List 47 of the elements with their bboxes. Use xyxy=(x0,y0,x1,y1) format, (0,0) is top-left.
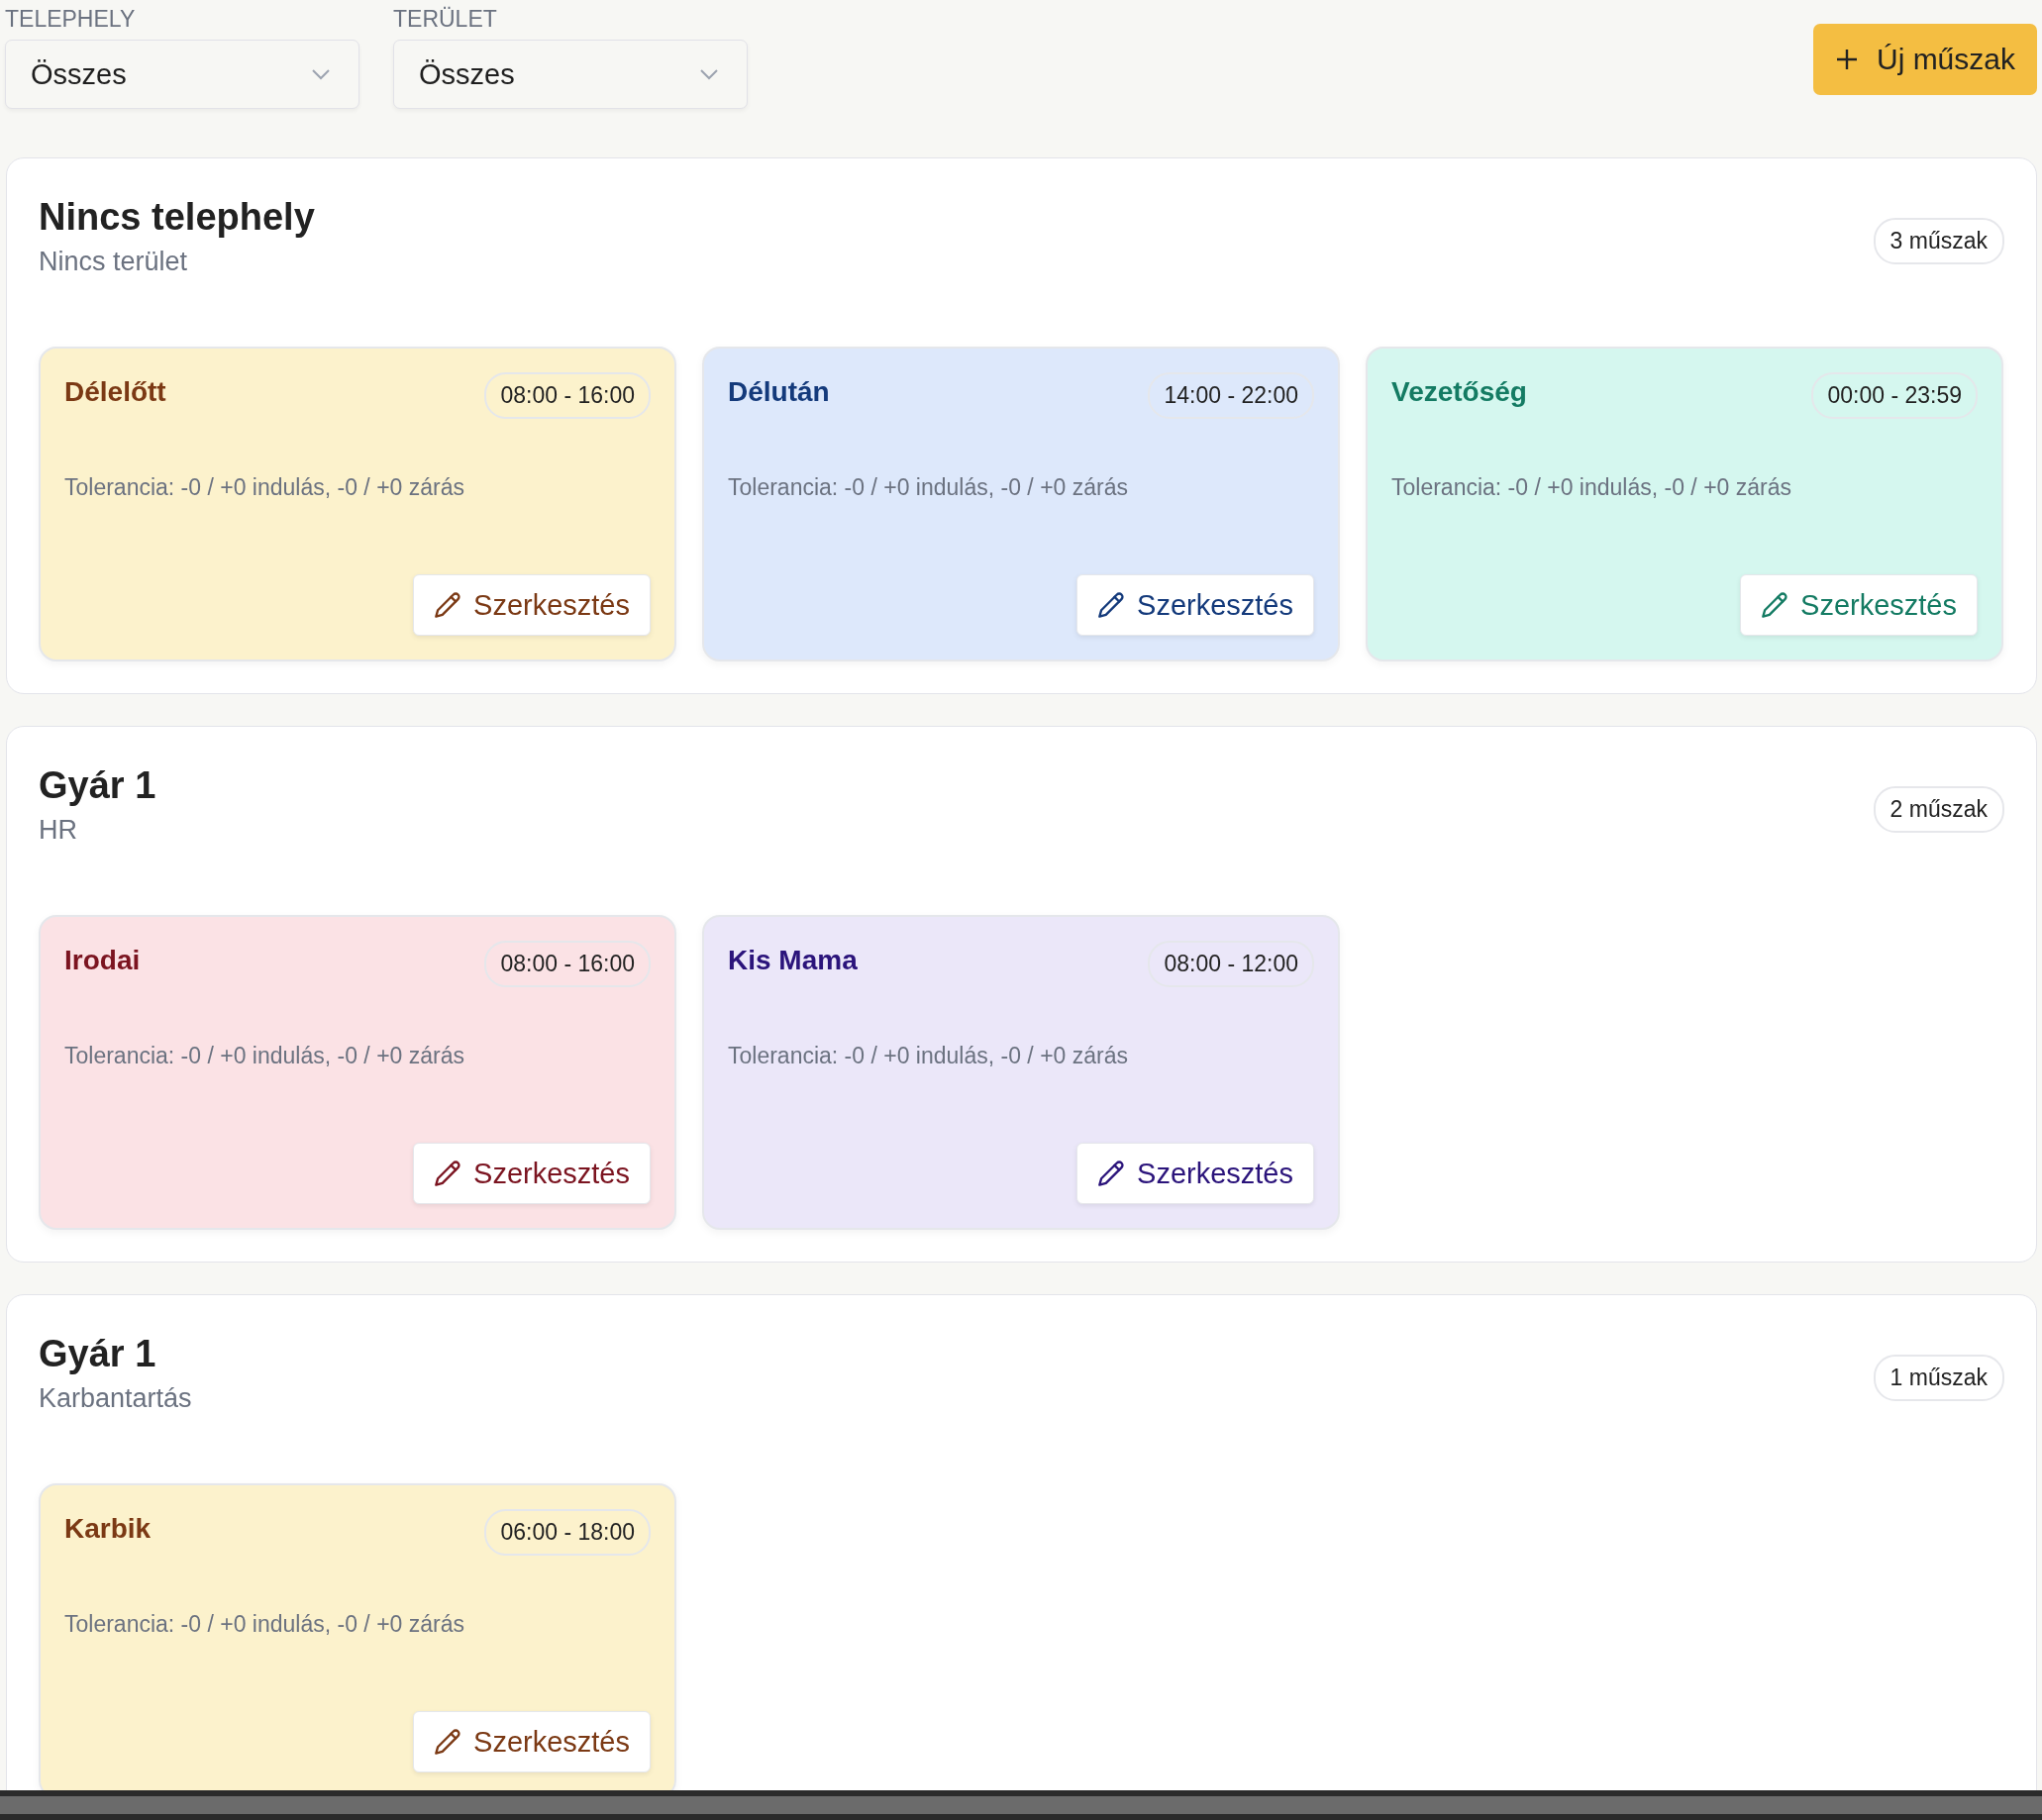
edit-button[interactable]: Szerkesztés xyxy=(1076,1143,1314,1204)
edit-button[interactable]: Szerkesztés xyxy=(1076,574,1314,636)
shift-name: Vezetőség xyxy=(1391,376,1527,408)
shift-count-badge: 1 műszak xyxy=(1873,1355,2004,1401)
pencil-icon xyxy=(434,591,462,619)
chevron-down-icon xyxy=(311,68,331,80)
chevron-down-icon xyxy=(699,68,719,80)
tolerance-text: Tolerancia: -0 / +0 indulás, -0 / +0 zárás xyxy=(728,1043,1129,1069)
time-range-badge: 08:00 - 16:00 xyxy=(484,941,651,987)
filter-select[interactable]: Összes xyxy=(393,40,748,109)
shift-count-badge: 2 műszak xyxy=(1873,786,2004,833)
time-range-badge: 06:00 - 18:00 xyxy=(484,1509,651,1556)
time-range-badge: 00:00 - 23:59 xyxy=(1811,372,1978,419)
shift-name: Délelőtt xyxy=(64,376,166,408)
pencil-icon xyxy=(1761,591,1789,619)
new-shift-button[interactable]: Új műszak xyxy=(1812,24,2037,95)
time-range-badge: 08:00 - 12:00 xyxy=(1148,941,1314,987)
site-title: Gyár 1 xyxy=(39,764,156,807)
edit-button[interactable]: Szerkesztés xyxy=(413,1143,651,1204)
filter-label: TERÜLET xyxy=(393,6,498,32)
time-range-badge: 14:00 - 22:00 xyxy=(1148,372,1314,419)
tolerance-text: Tolerancia: -0 / +0 indulás, -0 / +0 zárás xyxy=(64,1043,465,1069)
edit-button[interactable]: Szerkesztés xyxy=(413,1711,651,1772)
shift-name: Karbik xyxy=(64,1513,152,1545)
filter-select[interactable]: Összes xyxy=(5,40,359,109)
site-title: Gyár 1 xyxy=(39,1333,157,1375)
tolerance-text: Tolerancia: -0 / +0 indulás, -0 / +0 zárás xyxy=(1391,474,1792,501)
area-subtitle: HR xyxy=(39,815,78,846)
pencil-icon xyxy=(1097,1160,1126,1187)
shift-name: Kis Mama xyxy=(728,945,858,976)
filter-label: TELEPHELY xyxy=(5,6,137,32)
time-range-badge: 08:00 - 16:00 xyxy=(484,372,651,419)
tolerance-text: Tolerancia: -0 / +0 indulás, -0 / +0 zárás xyxy=(728,474,1129,501)
plus-icon xyxy=(1834,48,1859,71)
shift-count-badge: 3 műszak xyxy=(1873,218,2004,264)
pencil-icon xyxy=(434,1728,462,1756)
shift-name: Délután xyxy=(728,376,830,408)
pencil-icon xyxy=(1097,591,1126,619)
pencil-icon xyxy=(434,1160,462,1187)
tolerance-text: Tolerancia: -0 / +0 indulás, -0 / +0 zárás xyxy=(64,474,465,501)
site-title: Nincs telephely xyxy=(39,196,315,239)
edit-button[interactable]: Szerkesztés xyxy=(1740,574,1978,636)
area-subtitle: Nincs terület xyxy=(39,247,189,277)
tolerance-text: Tolerancia: -0 / +0 indulás, -0 / +0 zárás xyxy=(64,1611,465,1638)
area-subtitle: Karbantartás xyxy=(39,1383,192,1414)
edit-button[interactable]: Szerkesztés xyxy=(413,574,651,636)
shift-name: Irodai xyxy=(64,945,141,976)
